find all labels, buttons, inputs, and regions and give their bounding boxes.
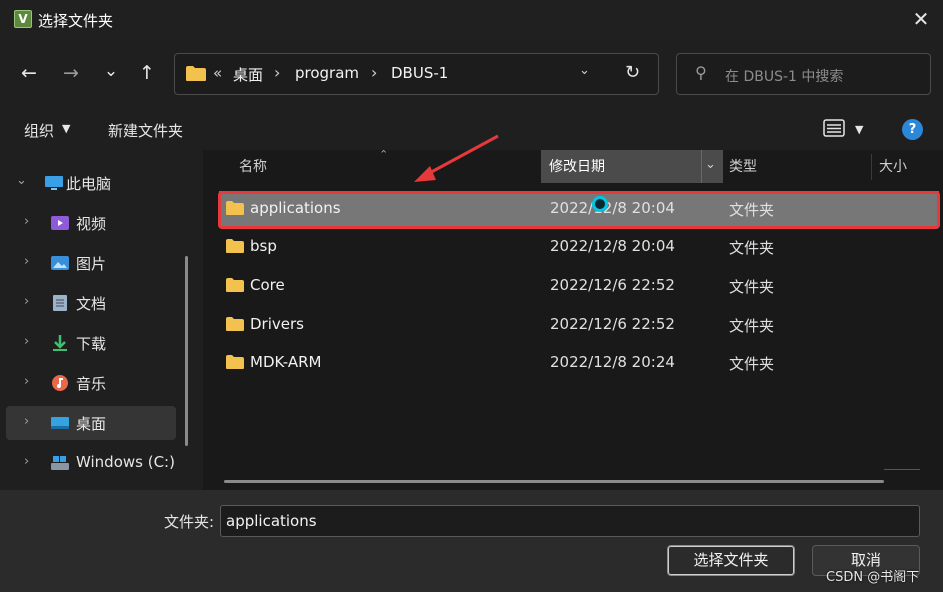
file-date: 2022/12/8 20:24: [550, 353, 675, 371]
navigation-pane: ⌄ 此电脑 › 视频 › 图片 › 文档 › 下载 › 音乐 › 桌面 › Wi…: [0, 150, 200, 490]
sidebar-item-pictures[interactable]: › 图片: [6, 246, 176, 280]
file-row-bsp[interactable]: bsp 2022/12/8 20:04 文件夹: [219, 229, 939, 265]
file-type: 文件夹: [729, 355, 775, 373]
file-date: 2022/12/6 22:52: [550, 315, 675, 333]
chevron-right-icon[interactable]: ›: [24, 294, 29, 309]
folder-icon: [226, 239, 244, 253]
window-title: 选择文件夹: [38, 12, 114, 30]
sidebar-item-desktop[interactable]: › 桌面: [6, 406, 176, 440]
chevron-right-icon[interactable]: ›: [24, 334, 29, 349]
music-icon: [52, 375, 68, 391]
sidebar-item-windows-c[interactable]: › Windows (C:): [6, 446, 176, 480]
sidebar-item-this-pc[interactable]: ⌄ 此电脑: [6, 166, 176, 200]
forward-button[interactable]: →: [56, 58, 86, 88]
chevron-right-icon[interactable]: ›: [24, 374, 29, 389]
organize-button[interactable]: 组织: [24, 120, 54, 141]
annotation-highlight-box: [218, 191, 940, 229]
folder-icon: [226, 317, 244, 331]
column-header-type[interactable]: 类型: [729, 150, 757, 184]
new-folder-button[interactable]: 新建文件夹: [108, 120, 183, 141]
file-row-core[interactable]: Core 2022/12/6 22:52 文件夹: [219, 268, 939, 304]
video-icon: [51, 216, 69, 230]
column-header-size[interactable]: 大小: [879, 150, 907, 184]
up-button[interactable]: ↑: [132, 58, 162, 88]
search-placeholder: 在 DBUS-1 中搜索: [725, 69, 844, 85]
search-box[interactable]: ⚲ 在 DBUS-1 中搜索: [676, 53, 931, 95]
annotation-arrow-icon: [414, 134, 499, 182]
file-row-drivers[interactable]: Drivers 2022/12/6 22:52 文件夹: [219, 307, 939, 343]
select-folder-button[interactable]: 选择文件夹: [667, 545, 795, 576]
sidebar-item-label: 下载: [76, 335, 107, 353]
computer-icon: [45, 176, 63, 190]
cursor-icon: [592, 196, 608, 212]
view-options-icon[interactable]: [823, 119, 845, 137]
chevron-right-icon[interactable]: ›: [24, 454, 29, 469]
close-button[interactable]: ✕: [906, 6, 936, 34]
sidebar-item-label: 图片: [76, 255, 107, 273]
sidebar-scrollbar[interactable]: [185, 256, 188, 446]
sidebar-item-label: 音乐: [76, 375, 107, 393]
refresh-icon[interactable]: ↻: [625, 62, 640, 83]
help-icon[interactable]: ?: [902, 119, 923, 140]
breadcrumb-desktop[interactable]: 桌面: [233, 64, 263, 85]
sort-caret-icon: ⌃: [379, 148, 389, 161]
file-type: 文件夹: [729, 239, 775, 257]
sidebar-item-videos[interactable]: › 视频: [6, 206, 176, 240]
dialog-footer: 文件夹: 选择文件夹 取消 CSDN @书阁下: [0, 490, 943, 592]
column-header-name[interactable]: 名称: [239, 150, 267, 184]
sidebar-item-label: 桌面: [76, 415, 107, 433]
chevron-down-icon[interactable]: ⌄: [579, 63, 590, 78]
chevron-down-icon[interactable]: ⌄: [16, 173, 27, 188]
file-type: 文件夹: [729, 317, 775, 335]
sidebar-item-downloads[interactable]: › 下载: [6, 326, 176, 360]
chevron-right-icon[interactable]: ›: [24, 414, 29, 429]
download-icon: [53, 335, 67, 351]
file-name: bsp: [250, 237, 277, 255]
sidebar-item-label: 此电脑: [66, 175, 112, 193]
breadcrumb-separator[interactable]: ›: [274, 63, 280, 82]
title-bar: V 选择文件夹 ✕: [0, 0, 943, 40]
column-header-date[interactable]: 修改日期: [549, 150, 605, 184]
breadcrumb-separator[interactable]: ›: [371, 63, 377, 82]
sidebar-item-documents[interactable]: › 文档: [6, 286, 176, 320]
sidebar-item-label: 文档: [76, 295, 107, 313]
overflow-chevron-icon[interactable]: «: [213, 64, 222, 82]
column-divider: [701, 150, 702, 183]
column-divider: [871, 154, 872, 180]
breadcrumb-program[interactable]: program: [295, 64, 359, 82]
watermark: CSDN @书阁下: [826, 570, 920, 585]
breadcrumb-dbus[interactable]: DBUS-1: [391, 64, 448, 82]
chevron-right-icon[interactable]: ›: [24, 214, 29, 229]
sidebar-item-label: Windows (C:): [76, 453, 175, 471]
caret-down-icon[interactable]: ▼: [855, 123, 863, 136]
chevron-down-icon[interactable]: ⌄: [705, 157, 716, 172]
horizontal-scrollbar[interactable]: [224, 480, 884, 483]
sidebar-item-label: 视频: [76, 215, 107, 233]
file-name: MDK-ARM: [250, 353, 322, 371]
app-icon: V: [14, 10, 32, 28]
folder-icon: [226, 355, 244, 369]
file-name: Core: [250, 276, 285, 294]
file-type: 文件夹: [729, 278, 775, 296]
file-date: 2022/12/8 20:04: [550, 237, 675, 255]
folder-label: 文件夹:: [164, 513, 215, 531]
folder-icon: [186, 66, 206, 81]
file-name: Drivers: [250, 315, 304, 333]
folder-name-input[interactable]: [220, 505, 920, 537]
file-date: 2022/12/6 22:52: [550, 276, 675, 294]
recent-locations-button[interactable]: ⌄: [96, 56, 126, 86]
picture-icon: [51, 256, 69, 270]
desktop-icon: [51, 417, 69, 429]
sidebar-item-music[interactable]: › 音乐: [6, 366, 176, 400]
address-bar[interactable]: « 桌面 › program › DBUS-1 ⌄ ↻: [174, 53, 659, 95]
search-icon: ⚲: [695, 63, 707, 82]
document-icon: [53, 295, 67, 311]
drive-icon: [51, 456, 69, 470]
folder-icon: [226, 278, 244, 292]
scroll-track-end: [884, 469, 920, 470]
back-button[interactable]: ←: [14, 58, 44, 88]
file-row-mdk-arm[interactable]: MDK-ARM 2022/12/8 20:24 文件夹: [219, 345, 939, 381]
caret-down-icon[interactable]: ▼: [62, 122, 70, 135]
chevron-right-icon[interactable]: ›: [24, 254, 29, 269]
